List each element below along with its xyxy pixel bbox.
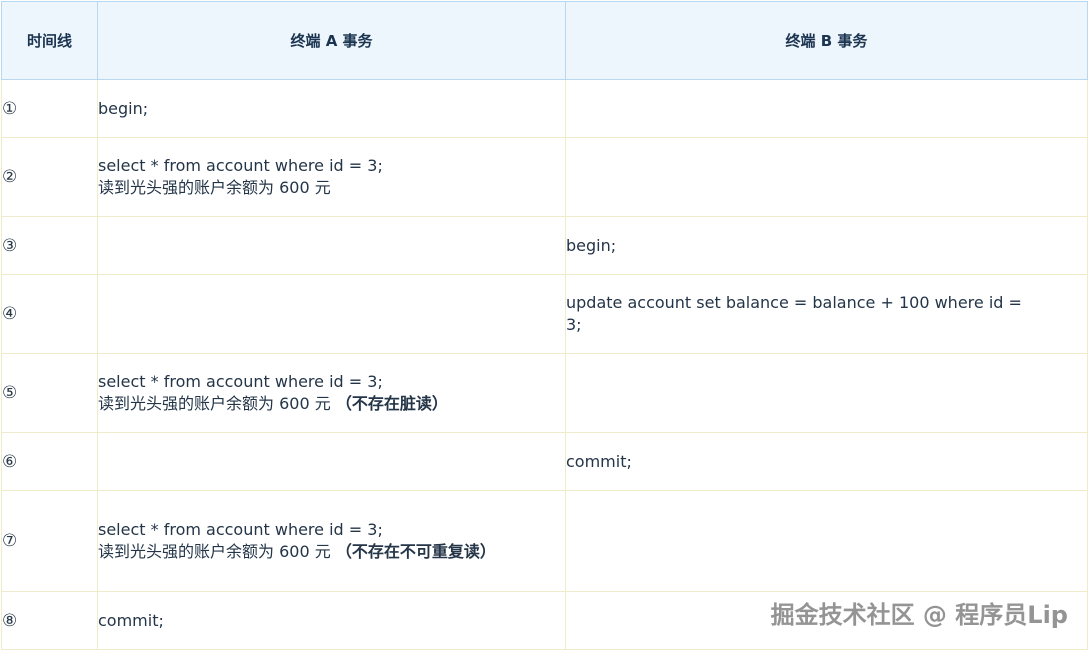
terminal-a-cell: begin; xyxy=(97,79,566,138)
transaction-timeline-table: 时间线 终端 A 事务 终端 B 事务 ① begin; ② select * … xyxy=(1,1,1088,650)
terminal-b-cell xyxy=(565,79,1088,138)
sql-line: commit; xyxy=(98,610,164,630)
terminal-a-cell: select * from account where id = 3; 读到光头… xyxy=(97,353,566,433)
sql-line: select * from account where id = 3; xyxy=(98,156,383,175)
table-row: ⑤ select * from account where id = 3; 读到… xyxy=(1,353,1088,433)
terminal-b-cell: begin; xyxy=(565,216,1088,275)
step-number: ⑤ xyxy=(1,353,98,433)
result-text: 读到光头强的账户余额为 600 元 xyxy=(98,394,331,413)
table-header-row: 时间线 终端 A 事务 终端 B 事务 xyxy=(1,1,1088,80)
result-note: （不存在脏读） xyxy=(335,394,448,413)
header-terminal-b: 终端 B 事务 xyxy=(565,1,1088,80)
result-line: 读到光头强的账户余额为 600 元 （不存在脏读） xyxy=(98,393,565,415)
terminal-a-cell xyxy=(97,216,566,275)
terminal-a-cell: select * from account where id = 3; 读到光头… xyxy=(97,137,566,217)
table-row: ⑦ select * from account where id = 3; 读到… xyxy=(1,490,1088,592)
sql-line: begin; xyxy=(566,235,617,255)
result-line: 读到光头强的账户余额为 600 元 xyxy=(98,178,331,197)
step-number: ④ xyxy=(1,274,98,354)
terminal-a-cell: select * from account where id = 3; 读到光头… xyxy=(97,490,566,592)
result-note: （不存在不可重复读） xyxy=(335,542,496,561)
table-row: ② select * from account where id = 3; 读到… xyxy=(1,137,1088,217)
table-row: ① begin; xyxy=(1,79,1088,138)
table-row: ④ update account set balance = balance +… xyxy=(1,274,1088,354)
terminal-b-cell: update account set balance = balance + 1… xyxy=(565,274,1088,354)
sql-line: begin; xyxy=(98,98,149,118)
step-number: ⑦ xyxy=(1,490,98,592)
table-row: ③ begin; xyxy=(1,216,1088,275)
step-number: ① xyxy=(1,79,98,138)
sql-line: select * from account where id = 3; xyxy=(98,372,383,391)
header-terminal-a: 终端 A 事务 xyxy=(97,1,566,80)
terminal-b-cell: commit; xyxy=(565,432,1088,491)
table-row: ⑥ commit; xyxy=(1,432,1088,491)
sql-line: update account set balance = balance + 1… xyxy=(566,293,1022,312)
result-text: 读到光头强的账户余额为 600 元 xyxy=(98,542,331,561)
step-number: ⑥ xyxy=(1,432,98,491)
terminal-a-cell xyxy=(97,432,566,491)
terminal-a-cell xyxy=(97,274,566,354)
terminal-a-cell: commit; xyxy=(97,591,566,650)
sql-line: commit; xyxy=(566,451,632,471)
step-number: ③ xyxy=(1,216,98,275)
header-timeline: 时间线 xyxy=(1,1,98,80)
sql-line: 3; xyxy=(566,315,582,334)
terminal-b-cell xyxy=(565,353,1088,433)
result-line: 读到光头强的账户余额为 600 元 （不存在不可重复读） xyxy=(98,541,525,563)
sql-line: select * from account where id = 3; xyxy=(98,520,383,539)
step-number: ⑧ xyxy=(1,591,98,650)
terminal-b-cell xyxy=(565,490,1088,592)
terminal-b-cell xyxy=(565,137,1088,217)
watermark: 掘金技术社区 @ 程序员Lip xyxy=(770,601,1068,629)
step-number: ② xyxy=(1,137,98,217)
